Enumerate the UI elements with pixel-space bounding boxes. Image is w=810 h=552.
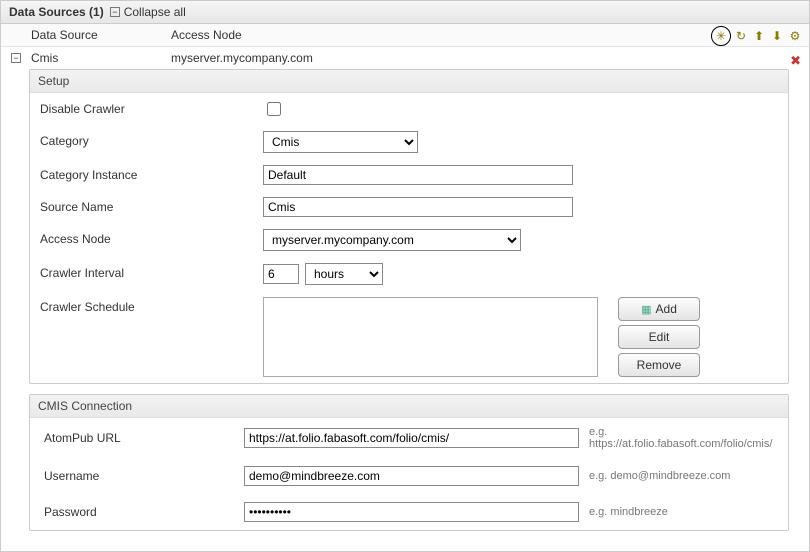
settings-icon[interactable]: ⚙ <box>787 28 803 44</box>
column-header-data-source: Data Source <box>31 28 171 42</box>
access-node-select[interactable]: myserver.mycompany.com <box>263 229 521 251</box>
username-label: Username <box>44 469 244 483</box>
add-button[interactable]: ▦ Add <box>618 297 700 321</box>
row-name: Cmis <box>31 51 171 65</box>
crawler-interval-unit[interactable]: hours <box>305 263 383 285</box>
crawler-interval-label: Crawler Interval <box>40 263 255 280</box>
columns-header: Data Source Access Node ✳ ↻ ⬆ ⬇ ⚙ <box>1 24 809 47</box>
toolbar-icons: ✳ ↻ ⬆ ⬇ ⚙ <box>711 26 803 46</box>
category-instance-input[interactable] <box>263 165 573 185</box>
category-select[interactable]: Cmis <box>263 131 418 153</box>
username-hint: e.g. demo@mindbreeze.com <box>589 470 730 482</box>
atompub-url-input[interactable] <box>244 428 579 448</box>
crawler-schedule-textarea[interactable] <box>263 297 598 377</box>
password-hint: e.g. mindbreeze <box>589 506 668 518</box>
data-source-row[interactable]: − Cmis myserver.mycompany.com ✖ <box>1 47 809 69</box>
setup-section: Setup Disable Crawler Category Cmis Cate… <box>29 69 789 384</box>
password-label: Password <box>44 505 244 519</box>
panel-header: Data Sources (1) − Collapse all <box>1 1 809 24</box>
export-icon[interactable]: ⬇ <box>769 28 785 44</box>
panel-title: Data Sources (1) <box>9 5 104 19</box>
import-icon[interactable]: ⬆ <box>751 28 767 44</box>
schedule-buttons: ▦ Add Edit Remove <box>618 297 700 377</box>
source-name-input[interactable] <box>263 197 573 217</box>
atompub-url-hint: e.g. https://at.folio.fabasoft.com/folio… <box>589 426 759 450</box>
disable-crawler-checkbox[interactable] <box>267 102 281 116</box>
cmis-legend: CMIS Connection <box>30 395 788 418</box>
password-input[interactable] <box>244 502 579 522</box>
atompub-url-label: AtomPub URL <box>44 431 244 445</box>
edit-button[interactable]: Edit <box>618 325 700 349</box>
cmis-connection-section: CMIS Connection AtomPub URL e.g. https:/… <box>29 394 789 531</box>
username-input[interactable] <box>244 466 579 486</box>
delete-row-icon[interactable]: ✖ <box>790 53 801 69</box>
refresh-icon[interactable]: ↻ <box>733 28 749 44</box>
add-data-source-highlight: ✳ <box>711 26 731 46</box>
row-access-node: myserver.mycompany.com <box>171 51 313 65</box>
collapse-all-toggle[interactable]: − Collapse all <box>110 5 186 19</box>
setup-legend: Setup <box>30 70 788 93</box>
crawler-interval-value[interactable] <box>263 264 299 284</box>
row-expander-icon[interactable]: − <box>11 53 21 63</box>
disable-crawler-label: Disable Crawler <box>40 99 255 116</box>
access-node-label: Access Node <box>40 229 255 246</box>
source-name-label: Source Name <box>40 197 255 214</box>
add-grid-icon: ▦ <box>641 303 651 316</box>
category-instance-label: Category Instance <box>40 165 255 182</box>
crawler-schedule-label: Crawler Schedule <box>40 297 255 314</box>
add-plus-icon[interactable]: ✳ <box>713 28 729 44</box>
data-sources-panel: Data Sources (1) − Collapse all Data Sou… <box>0 0 810 552</box>
remove-button[interactable]: Remove <box>618 353 700 377</box>
minus-icon: − <box>110 7 120 17</box>
category-label: Category <box>40 131 255 148</box>
collapse-all-label: Collapse all <box>124 5 186 19</box>
column-header-access-node: Access Node <box>171 28 805 42</box>
